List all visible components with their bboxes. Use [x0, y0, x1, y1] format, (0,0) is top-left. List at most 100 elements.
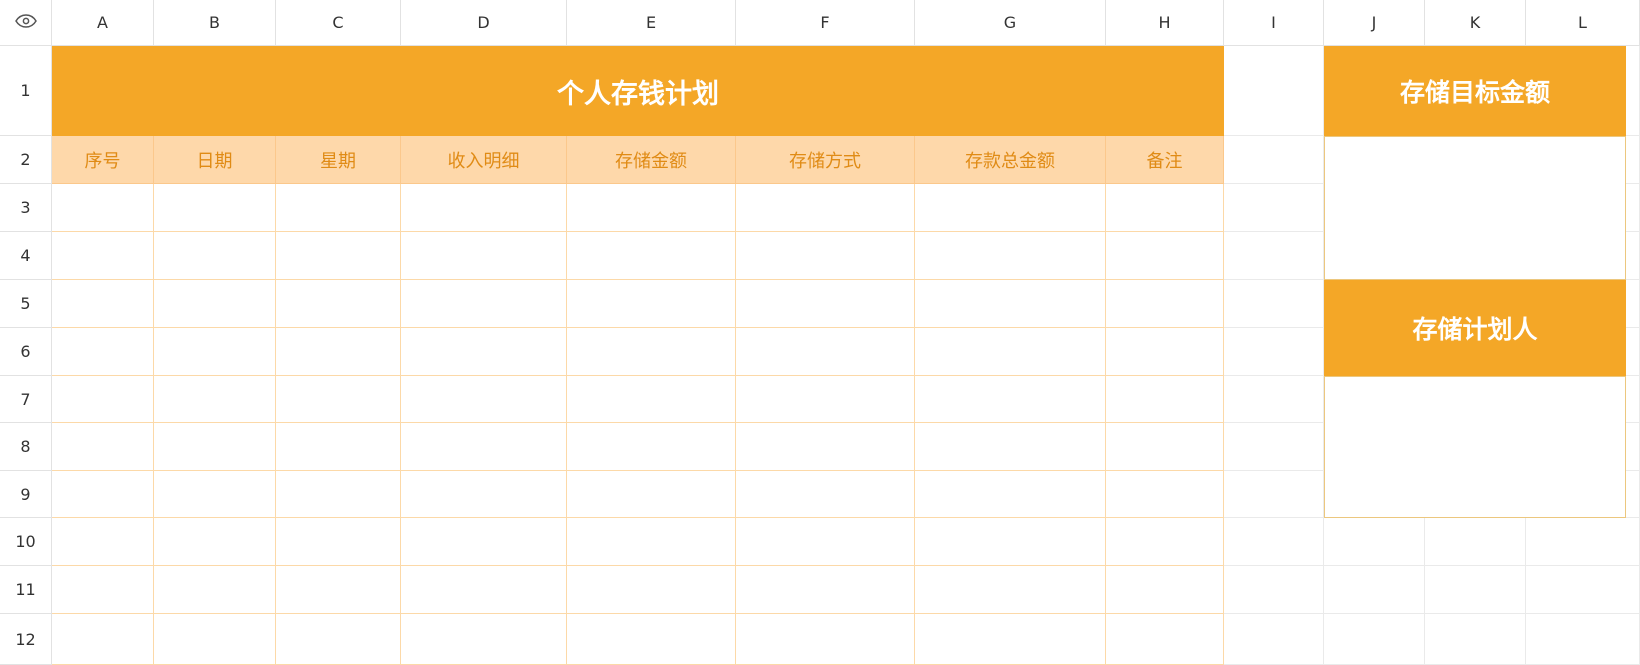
planner-title[interactable]: 存储计划人	[1324, 280, 1626, 376]
cell-d3[interactable]	[401, 184, 567, 232]
table-header-5[interactable]: 存储金额	[567, 136, 736, 184]
cell-l12[interactable]	[1526, 614, 1640, 665]
row-header-3[interactable]: 3	[0, 184, 52, 232]
table-header-2[interactable]: 日期	[154, 136, 276, 184]
cell-b11[interactable]	[154, 566, 276, 614]
cell-d5[interactable]	[401, 280, 567, 328]
cell-a11[interactable]	[52, 566, 154, 614]
cell-d8[interactable]	[401, 423, 567, 471]
cell-b4[interactable]	[154, 232, 276, 280]
cell-c11[interactable]	[276, 566, 401, 614]
column-header-j[interactable]: J	[1324, 0, 1425, 46]
cell-d4[interactable]	[401, 232, 567, 280]
cell-f12[interactable]	[736, 614, 915, 665]
cell-h5[interactable]	[1106, 280, 1224, 328]
cell-k11[interactable]	[1425, 566, 1526, 614]
cell-f3[interactable]	[736, 184, 915, 232]
cell-i10[interactable]	[1224, 518, 1324, 566]
cell-k10[interactable]	[1425, 518, 1526, 566]
column-header-c[interactable]: C	[276, 0, 401, 46]
cell-g9[interactable]	[915, 471, 1106, 518]
cell-e11[interactable]	[567, 566, 736, 614]
table-header-6[interactable]: 存储方式	[736, 136, 915, 184]
cell-i8[interactable]	[1224, 423, 1324, 471]
row-header-10[interactable]: 10	[0, 518, 52, 566]
cell-f11[interactable]	[736, 566, 915, 614]
cell-d6[interactable]	[401, 328, 567, 376]
cell-e6[interactable]	[567, 328, 736, 376]
column-header-d[interactable]: D	[401, 0, 567, 46]
cell-a7[interactable]	[52, 376, 154, 423]
cell-h9[interactable]	[1106, 471, 1224, 518]
cell-i7[interactable]	[1224, 376, 1324, 423]
cell-j11[interactable]	[1324, 566, 1425, 614]
cell-g12[interactable]	[915, 614, 1106, 665]
cell-c7[interactable]	[276, 376, 401, 423]
cell-b12[interactable]	[154, 614, 276, 665]
cell-f4[interactable]	[736, 232, 915, 280]
cell-i5[interactable]	[1224, 280, 1324, 328]
cell-h8[interactable]	[1106, 423, 1224, 471]
cell-l10[interactable]	[1526, 518, 1640, 566]
table-header-3[interactable]: 星期	[276, 136, 401, 184]
cell-b5[interactable]	[154, 280, 276, 328]
cell-b6[interactable]	[154, 328, 276, 376]
spreadsheet[interactable]: ABCDEFGHIJKL 1 2 3 4 5 6 7 8 9 10 11 12 个人存钱计划 序号 日期…	[0, 0, 1640, 665]
column-header-b[interactable]: B	[154, 0, 276, 46]
cell-h7[interactable]	[1106, 376, 1224, 423]
row-header-4[interactable]: 4	[0, 232, 52, 280]
column-header-g[interactable]: G	[915, 0, 1106, 46]
sheet-title[interactable]: 个人存钱计划	[52, 46, 1224, 136]
cell-e9[interactable]	[567, 471, 736, 518]
cell-c4[interactable]	[276, 232, 401, 280]
cell-e5[interactable]	[567, 280, 736, 328]
cell-d9[interactable]	[401, 471, 567, 518]
cell-c12[interactable]	[276, 614, 401, 665]
cell-b7[interactable]	[154, 376, 276, 423]
cell-i11[interactable]	[1224, 566, 1324, 614]
cell-d7[interactable]	[401, 376, 567, 423]
column-header-h[interactable]: H	[1106, 0, 1224, 46]
table-header-4[interactable]: 收入明细	[401, 136, 567, 184]
cell-g10[interactable]	[915, 518, 1106, 566]
cell-b8[interactable]	[154, 423, 276, 471]
cell-a8[interactable]	[52, 423, 154, 471]
row-header-11[interactable]: 11	[0, 566, 52, 614]
select-all-corner[interactable]	[0, 0, 52, 46]
cell-g7[interactable]	[915, 376, 1106, 423]
cell-f8[interactable]	[736, 423, 915, 471]
cell-a6[interactable]	[52, 328, 154, 376]
cell-b9[interactable]	[154, 471, 276, 518]
cell-e4[interactable]	[567, 232, 736, 280]
cell-g6[interactable]	[915, 328, 1106, 376]
cell-h6[interactable]	[1106, 328, 1224, 376]
cell-a9[interactable]	[52, 471, 154, 518]
cell-g3[interactable]	[915, 184, 1106, 232]
cell-i12[interactable]	[1224, 614, 1324, 665]
cell-i9[interactable]	[1224, 471, 1324, 518]
cell-c6[interactable]	[276, 328, 401, 376]
cell-l11[interactable]	[1526, 566, 1640, 614]
cell-c5[interactable]	[276, 280, 401, 328]
cell-f9[interactable]	[736, 471, 915, 518]
cell-i6[interactable]	[1224, 328, 1324, 376]
cell-k12[interactable]	[1425, 614, 1526, 665]
cell-h12[interactable]	[1106, 614, 1224, 665]
cell-e7[interactable]	[567, 376, 736, 423]
cell-e8[interactable]	[567, 423, 736, 471]
target-amount-title[interactable]: 存储目标金额	[1324, 46, 1626, 136]
eye-icon[interactable]	[14, 13, 37, 32]
cell-g4[interactable]	[915, 232, 1106, 280]
cell-a4[interactable]	[52, 232, 154, 280]
row-header-7[interactable]: 7	[0, 376, 52, 423]
cell-c3[interactable]	[276, 184, 401, 232]
cell-j10[interactable]	[1324, 518, 1425, 566]
cell-a12[interactable]	[52, 614, 154, 665]
cell-f6[interactable]	[736, 328, 915, 376]
cell-h11[interactable]	[1106, 566, 1224, 614]
cell-f10[interactable]	[736, 518, 915, 566]
row-header-12[interactable]: 12	[0, 614, 52, 665]
row-header-8[interactable]: 8	[0, 423, 52, 471]
cell-h10[interactable]	[1106, 518, 1224, 566]
table-header-1[interactable]: 序号	[52, 136, 154, 184]
